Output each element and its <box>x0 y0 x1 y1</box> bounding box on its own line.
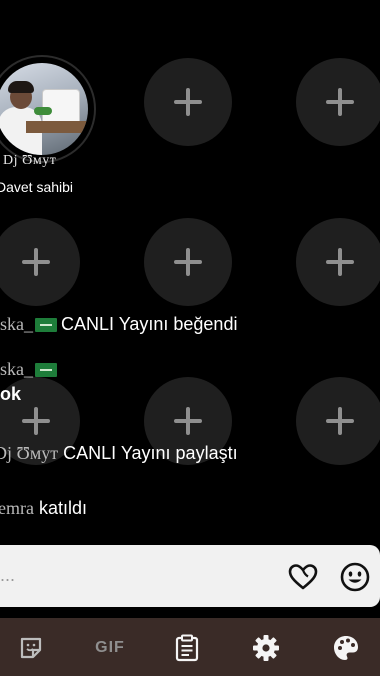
host-name: Dj Ʊмут <box>3 153 57 168</box>
clipboard-icon[interactable] <box>172 633 202 663</box>
chat-text: ok <box>0 384 22 404</box>
chat-message: ska_ CANLI Yayını beğendi <box>0 314 237 335</box>
add-icon <box>326 248 354 276</box>
palette-icon[interactable] <box>331 633 361 663</box>
gif-button[interactable]: GIF <box>88 633 132 663</box>
add-icon <box>22 407 50 435</box>
chat-text: katıldı <box>39 498 88 518</box>
chat-text: CANLI Yayını paylaştı <box>63 443 238 463</box>
chat-username[interactable]: emra <box>0 498 34 518</box>
emoji-icon[interactable] <box>339 561 371 593</box>
host-avatar <box>0 63 88 155</box>
host-avatar-ring[interactable] <box>0 55 96 163</box>
gif-label: GIF <box>95 639 125 656</box>
guest-seat-add-button[interactable] <box>296 377 380 465</box>
chat-message-body: ok <box>0 384 21 405</box>
chat-message: emra katıldı <box>0 498 87 519</box>
add-icon <box>326 407 354 435</box>
chat-message: Dj Ʊмут CANLI Yayını paylaştı <box>0 443 238 464</box>
bottom-toolbar: GIF <box>0 618 380 676</box>
add-icon <box>174 407 202 435</box>
host-role: Davet sahibi <box>0 179 74 195</box>
add-icon <box>326 88 354 116</box>
guest-seat-add-button[interactable] <box>144 58 232 146</box>
heart-icon[interactable] <box>287 561 319 593</box>
comment-placeholder: ... <box>0 565 16 585</box>
flag-icon <box>35 363 57 378</box>
guest-seat-add-button[interactable] <box>144 218 232 306</box>
guest-seat-add-button[interactable] <box>0 218 80 306</box>
gear-icon[interactable] <box>251 633 281 663</box>
add-icon <box>174 88 202 116</box>
chat-username[interactable]: ska_ <box>0 359 33 379</box>
chat-message: ska_ <box>0 359 61 380</box>
guest-seat-add-button[interactable] <box>296 218 380 306</box>
sticker-icon[interactable] <box>16 633 46 663</box>
comment-input-bar[interactable]: ... <box>0 545 380 607</box>
guest-seat-add-button[interactable] <box>296 58 380 146</box>
chat-username[interactable]: Dj Ʊмут <box>0 443 58 463</box>
add-icon <box>174 248 202 276</box>
chat-username[interactable]: ska_ <box>0 314 33 334</box>
chat-text: CANLI Yayını beğendi <box>61 314 238 334</box>
flag-icon <box>35 318 57 333</box>
add-icon <box>22 248 50 276</box>
